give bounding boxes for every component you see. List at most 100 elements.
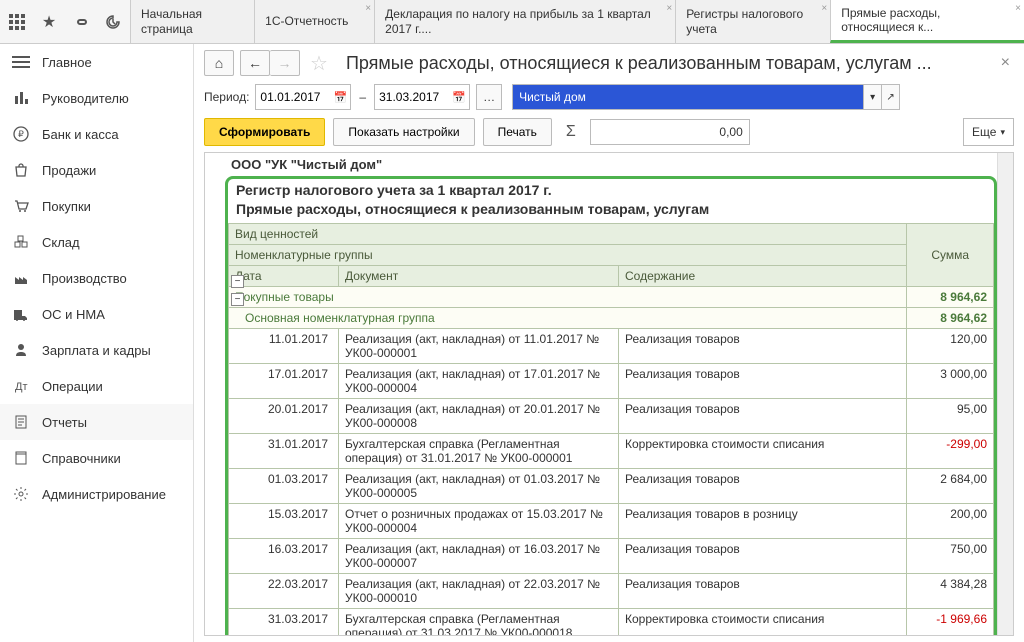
cell-sum: 95,00 (907, 399, 994, 434)
report-title-1: Регистр налогового учета за 1 квартал 20… (228, 179, 994, 201)
sidebar-item-report[interactable]: Отчеты (0, 404, 193, 440)
tab-3[interactable]: Регистры налогового учета× (675, 0, 830, 43)
ruble-icon: ₽ (12, 125, 30, 143)
star-icon[interactable]: ★ (40, 13, 58, 31)
sidebar-item-menu[interactable]: Главное (0, 44, 193, 80)
sigma-icon: Σ (560, 123, 582, 141)
sidebar-item-gear[interactable]: Администрирование (0, 476, 193, 512)
factory-icon (12, 269, 30, 287)
cell-sum: 200,00 (907, 504, 994, 539)
cell-doc: Реализация (акт, накладная) от 16.03.201… (339, 539, 619, 574)
org-dropdown-icon[interactable]: ▾ (863, 85, 881, 109)
print-button[interactable]: Печать (483, 118, 552, 146)
sidebar-item-ruble[interactable]: ₽ Банк и касса (0, 116, 193, 152)
apps-icon[interactable] (8, 13, 26, 31)
tab-label: Прямые расходы, относящиеся к... (841, 6, 1014, 35)
table-row[interactable]: 17.01.2017Реализация (акт, накладная) от… (229, 364, 994, 399)
table-row[interactable]: 11.01.2017Реализация (акт, накладная) от… (229, 329, 994, 364)
tab-close-icon[interactable]: × (821, 3, 827, 15)
tab-4[interactable]: Прямые расходы, относящиеся к...× (830, 0, 1024, 43)
history-icon[interactable] (104, 13, 122, 31)
org-open-icon[interactable]: ↗ (881, 85, 899, 109)
table-row[interactable]: 31.03.2017Бухгалтерская справка (Регламе… (229, 609, 994, 637)
sidebar-item-ops[interactable]: Дт Операции (0, 368, 193, 404)
boxes-icon (12, 233, 30, 251)
tab-close-icon[interactable]: × (365, 3, 371, 15)
more-button[interactable]: Еще▾ (963, 118, 1014, 146)
header-date: Дата (229, 266, 339, 287)
ops-icon: Дт (12, 377, 30, 395)
tab-1[interactable]: 1С-Отчетность× (254, 0, 374, 43)
cell-sum: 2 684,00 (907, 469, 994, 504)
sidebar-item-person[interactable]: Зарплата и кадры (0, 332, 193, 368)
tab-label: Начальная страница (141, 7, 244, 36)
cell-date: 15.03.2017 (229, 504, 339, 539)
group1-label[interactable]: Покупные товары (229, 287, 907, 308)
period-picker-button[interactable]: … (476, 84, 502, 110)
period-row: Период: 📅 – 📅 … ▾ ↗ (204, 84, 1014, 110)
favorite-star-icon[interactable]: ☆ (310, 51, 328, 76)
back-button[interactable]: ← (240, 50, 270, 76)
settings-button[interactable]: Показать настройки (333, 118, 474, 146)
sidebar-item-bag[interactable]: Продажи (0, 152, 193, 188)
header-nom: Номенклатурные группы (229, 245, 907, 266)
cell-content: Реализация товаров (619, 539, 907, 574)
group2-label[interactable]: Основная номенклатурная группа (229, 308, 907, 329)
table-row[interactable]: 01.03.2017Реализация (акт, накладная) от… (229, 469, 994, 504)
table-row[interactable]: 16.03.2017Реализация (акт, накладная) от… (229, 539, 994, 574)
cell-content: Реализация товаров (619, 399, 907, 434)
sidebar-item-label: Операции (42, 379, 103, 394)
cell-sum: -1 969,66 (907, 609, 994, 637)
period-from-input[interactable] (256, 85, 330, 109)
main-area: ⌂ ← → ☆ Прямые расходы, относящиеся к ре… (194, 44, 1024, 642)
cell-doc: Реализация (акт, накладная) от 22.03.201… (339, 574, 619, 609)
sidebar-item-book[interactable]: Справочники (0, 440, 193, 476)
collapse-group1-icon[interactable]: − (231, 275, 244, 288)
sum-field[interactable]: 0,00 (590, 119, 750, 145)
cell-sum: 120,00 (907, 329, 994, 364)
close-icon[interactable]: × (997, 54, 1014, 72)
calendar-from-icon[interactable]: 📅 (330, 85, 350, 109)
sidebar-item-label: Банк и касса (42, 127, 119, 142)
sidebar-item-factory[interactable]: Производство (0, 260, 193, 296)
organization-input[interactable] (513, 85, 863, 109)
sidebar-item-chart[interactable]: Руководителю (0, 80, 193, 116)
report-area[interactable]: ООО "УК "Чистый дом" Регистр налогового … (204, 152, 1014, 636)
forward-button[interactable]: → (270, 50, 300, 76)
table-row[interactable]: 31.01.2017Бухгалтерская справка (Регламе… (229, 434, 994, 469)
cell-doc: Реализация (акт, накладная) от 01.03.201… (339, 469, 619, 504)
period-to-input[interactable] (375, 85, 449, 109)
tab-label: Регистры налогового учета (686, 7, 820, 36)
table-row[interactable]: 20.01.2017Реализация (акт, накладная) от… (229, 399, 994, 434)
cart-icon (12, 197, 30, 215)
report-title-2: Прямые расходы, относящиеся к реализован… (228, 201, 994, 223)
tab-0[interactable]: Начальная страница (130, 0, 254, 43)
sidebar-item-truck[interactable]: ОС и НМА (0, 296, 193, 332)
book-icon (12, 449, 30, 467)
tab-2[interactable]: Декларация по налогу на прибыль за 1 ква… (374, 0, 675, 43)
sidebar-item-label: Покупки (42, 199, 91, 214)
form-button[interactable]: Сформировать (204, 118, 325, 146)
svg-text:Дт: Дт (15, 381, 28, 393)
period-separator: – (357, 90, 368, 104)
cell-content: Реализация товаров (619, 469, 907, 504)
period-label: Период: (204, 90, 249, 104)
collapse-group2-icon[interactable]: − (231, 293, 244, 306)
table-row[interactable]: 22.03.2017Реализация (акт, накладная) от… (229, 574, 994, 609)
sidebar-item-label: Руководителю (42, 91, 129, 106)
home-button[interactable]: ⌂ (204, 50, 234, 76)
table-row[interactable]: 15.03.2017Отчет о розничных продажах от … (229, 504, 994, 539)
sidebar-item-boxes[interactable]: Склад (0, 224, 193, 260)
tab-close-icon[interactable]: × (1015, 3, 1021, 15)
sidebar-item-label: Склад (42, 235, 80, 250)
sidebar-item-label: Производство (42, 271, 127, 286)
cell-sum: 3 000,00 (907, 364, 994, 399)
tab-close-icon[interactable]: × (666, 3, 672, 15)
page-title: Прямые расходы, относящиеся к реализован… (346, 53, 932, 74)
sidebar-item-label: Администрирование (42, 487, 166, 502)
link-icon[interactable] (72, 13, 90, 31)
scrollbar[interactable] (997, 153, 1013, 635)
calendar-to-icon[interactable]: 📅 (449, 85, 469, 109)
tab-label: Декларация по налогу на прибыль за 1 ква… (385, 7, 665, 36)
sidebar-item-cart[interactable]: Покупки (0, 188, 193, 224)
